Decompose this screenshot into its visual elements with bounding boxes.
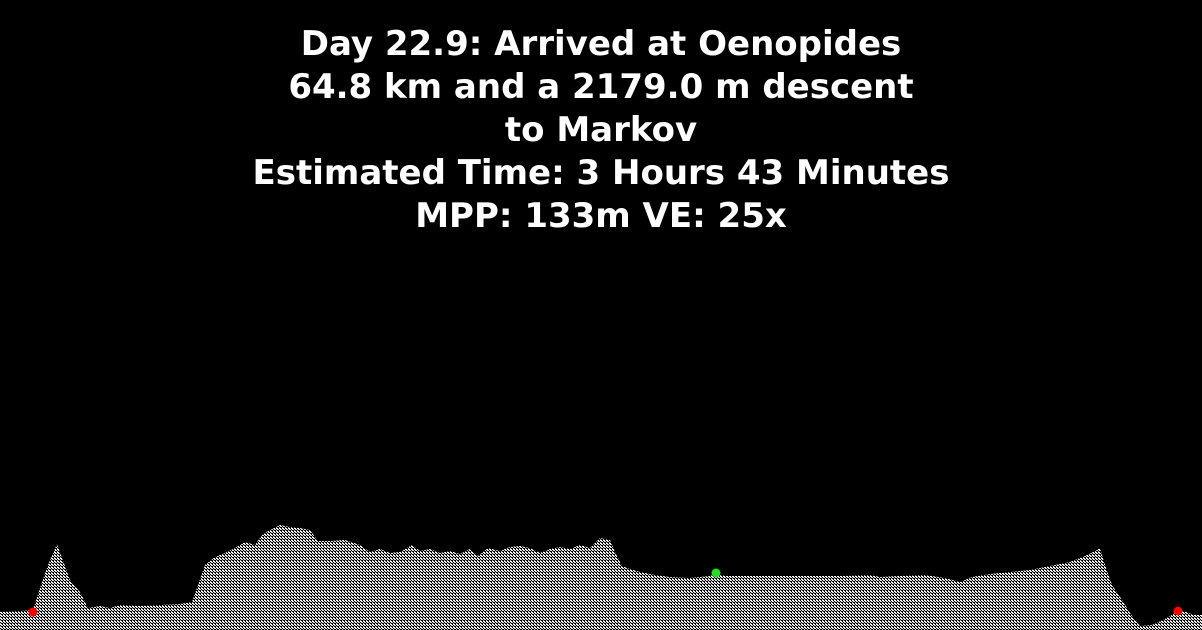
- page: { "header": { "title": "Day 22.9: Arrive…: [0, 0, 1202, 630]
- elevation-profile: [0, 525, 1202, 630]
- current-position-marker: [711, 568, 721, 578]
- start-marker: [28, 607, 38, 617]
- end-marker: [1173, 606, 1183, 616]
- terrain-fill: [0, 525, 1202, 630]
